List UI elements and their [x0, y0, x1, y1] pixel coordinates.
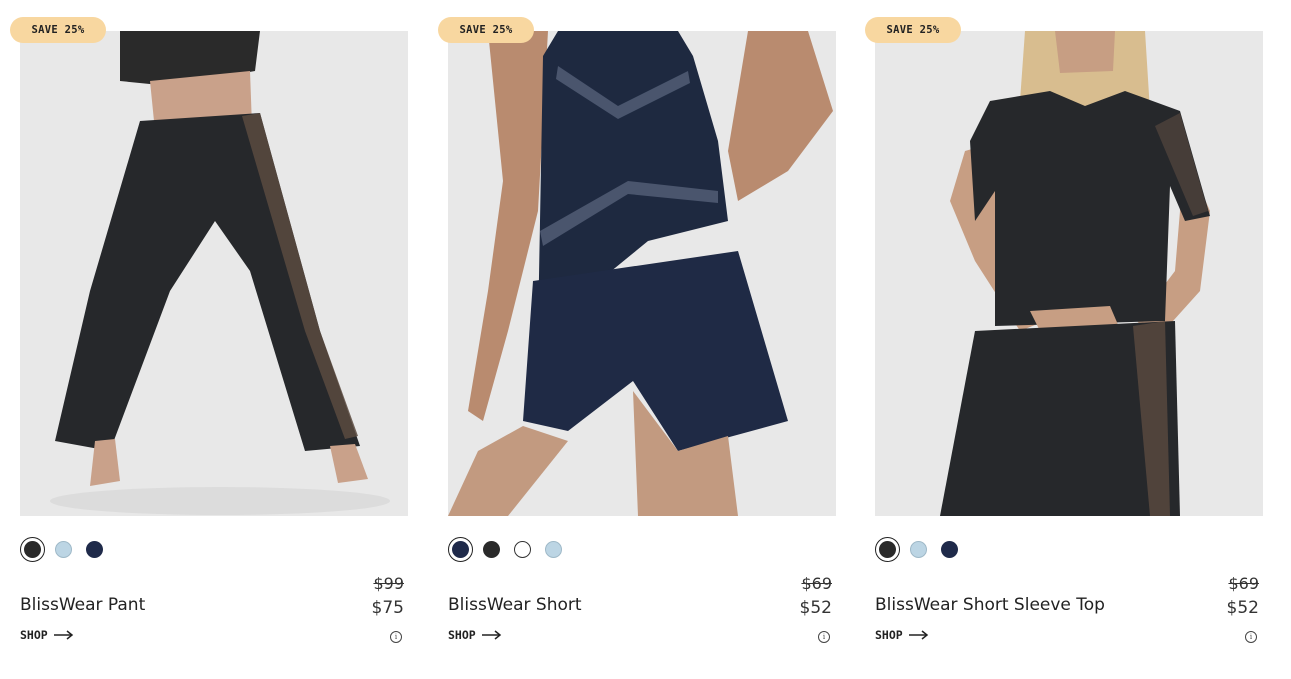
- swatch-black[interactable]: [20, 536, 45, 562]
- discount-badge: SAVE 25%: [865, 17, 961, 43]
- swatch-navy[interactable]: [448, 536, 473, 562]
- discount-badge: SAVE 25%: [10, 17, 106, 43]
- color-swatches: [448, 536, 576, 562]
- arrow-right-icon: [53, 630, 73, 640]
- product-card: SAVE 25% $69 BlissWear Short Sleeve Top …: [865, 0, 1263, 679]
- swatch-navy[interactable]: [941, 540, 958, 558]
- product-photo-top: [875, 31, 1263, 516]
- product-photo-pant: [20, 31, 408, 516]
- product-image[interactable]: [875, 31, 1263, 516]
- product-card: SAVE 25% $69 BlissWear Short $52 SHOP i: [438, 0, 836, 679]
- product-card: SAVE 25% $99 BlissWear Pant $75 SHOP i: [10, 0, 408, 679]
- shop-label: SHOP: [448, 628, 476, 642]
- sale-price: $75: [371, 598, 404, 618]
- product-grid: SAVE 25% $99 BlissWear Pant $75 SHOP i S…: [0, 0, 1291, 679]
- arrow-right-icon: [908, 630, 928, 640]
- shop-link[interactable]: SHOP: [448, 628, 502, 642]
- swatch-navy[interactable]: [86, 540, 103, 558]
- swatch-light-blue[interactable]: [545, 540, 562, 558]
- color-swatches: [875, 536, 972, 562]
- info-icon[interactable]: i: [818, 631, 830, 643]
- info-icon[interactable]: i: [1245, 631, 1257, 643]
- original-price: $99: [373, 574, 404, 593]
- sale-price: $52: [1226, 598, 1259, 618]
- product-name[interactable]: BlissWear Short: [448, 595, 582, 615]
- swatch-light-blue[interactable]: [55, 540, 72, 558]
- product-name[interactable]: BlissWear Short Sleeve Top: [875, 595, 1105, 615]
- swatch-white[interactable]: [514, 540, 531, 558]
- swatch-black[interactable]: [875, 536, 900, 562]
- shop-link[interactable]: SHOP: [20, 628, 74, 642]
- original-price: $69: [801, 574, 832, 593]
- product-image[interactable]: [20, 31, 408, 516]
- original-price: $69: [1228, 574, 1259, 593]
- product-photo-short: [448, 31, 836, 516]
- swatch-light-blue[interactable]: [910, 540, 927, 558]
- product-image[interactable]: [448, 31, 836, 516]
- shop-label: SHOP: [20, 628, 48, 642]
- info-icon[interactable]: i: [390, 631, 402, 643]
- swatch-black[interactable]: [483, 540, 500, 558]
- arrow-right-icon: [481, 630, 501, 640]
- shop-label: SHOP: [875, 628, 903, 642]
- sale-price: $52: [799, 598, 832, 618]
- shop-link[interactable]: SHOP: [875, 628, 929, 642]
- product-name[interactable]: BlissWear Pant: [20, 595, 145, 615]
- discount-badge: SAVE 25%: [438, 17, 534, 43]
- color-swatches: [20, 536, 117, 562]
